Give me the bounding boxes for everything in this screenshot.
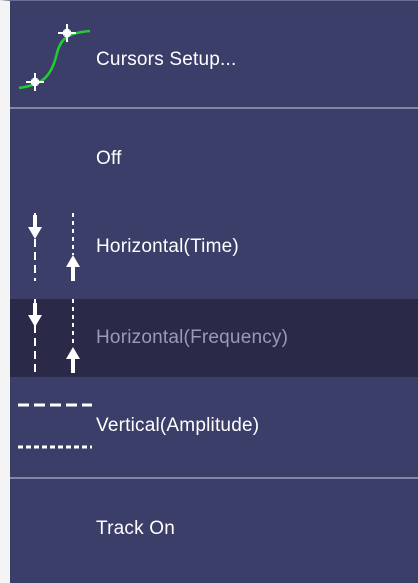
menu-item-label: Vertical(Amplitude) <box>96 415 260 436</box>
menu-item-label: Horizontal(Time) <box>96 236 239 257</box>
horizontal-cursor-arrows-icon <box>28 213 80 281</box>
menu-item-horizontal-frequency[interactable]: Horizontal(Frequency) <box>10 299 418 377</box>
menu-item-track-on[interactable]: Track On <box>10 499 418 559</box>
menu-item-label: Horizontal(Frequency) <box>96 327 289 348</box>
menu-item-label: Off <box>96 148 122 169</box>
menu-item-label: Track On <box>96 518 176 539</box>
menu-item-cursors-setup[interactable]: Cursors Setup... <box>10 15 418 105</box>
horizontal-cursor-arrows-icon <box>28 299 80 373</box>
menu-separator <box>10 477 418 479</box>
menu-item-off[interactable]: Off <box>10 129 418 189</box>
menu-item-vertical-amplitude[interactable]: Vertical(Amplitude) <box>10 391 418 461</box>
vertical-cursor-dashed-lines-icon <box>18 403 92 449</box>
menu-item-label: Cursors Setup... <box>96 49 237 70</box>
cursor-curve-icon <box>18 24 90 91</box>
menu-item-horizontal-time[interactable]: Horizontal(Time) <box>10 213 418 281</box>
cursors-menu: Cursors Setup... Off Horizontal(Time) Ho… <box>0 0 418 583</box>
menu-separator <box>10 107 418 109</box>
